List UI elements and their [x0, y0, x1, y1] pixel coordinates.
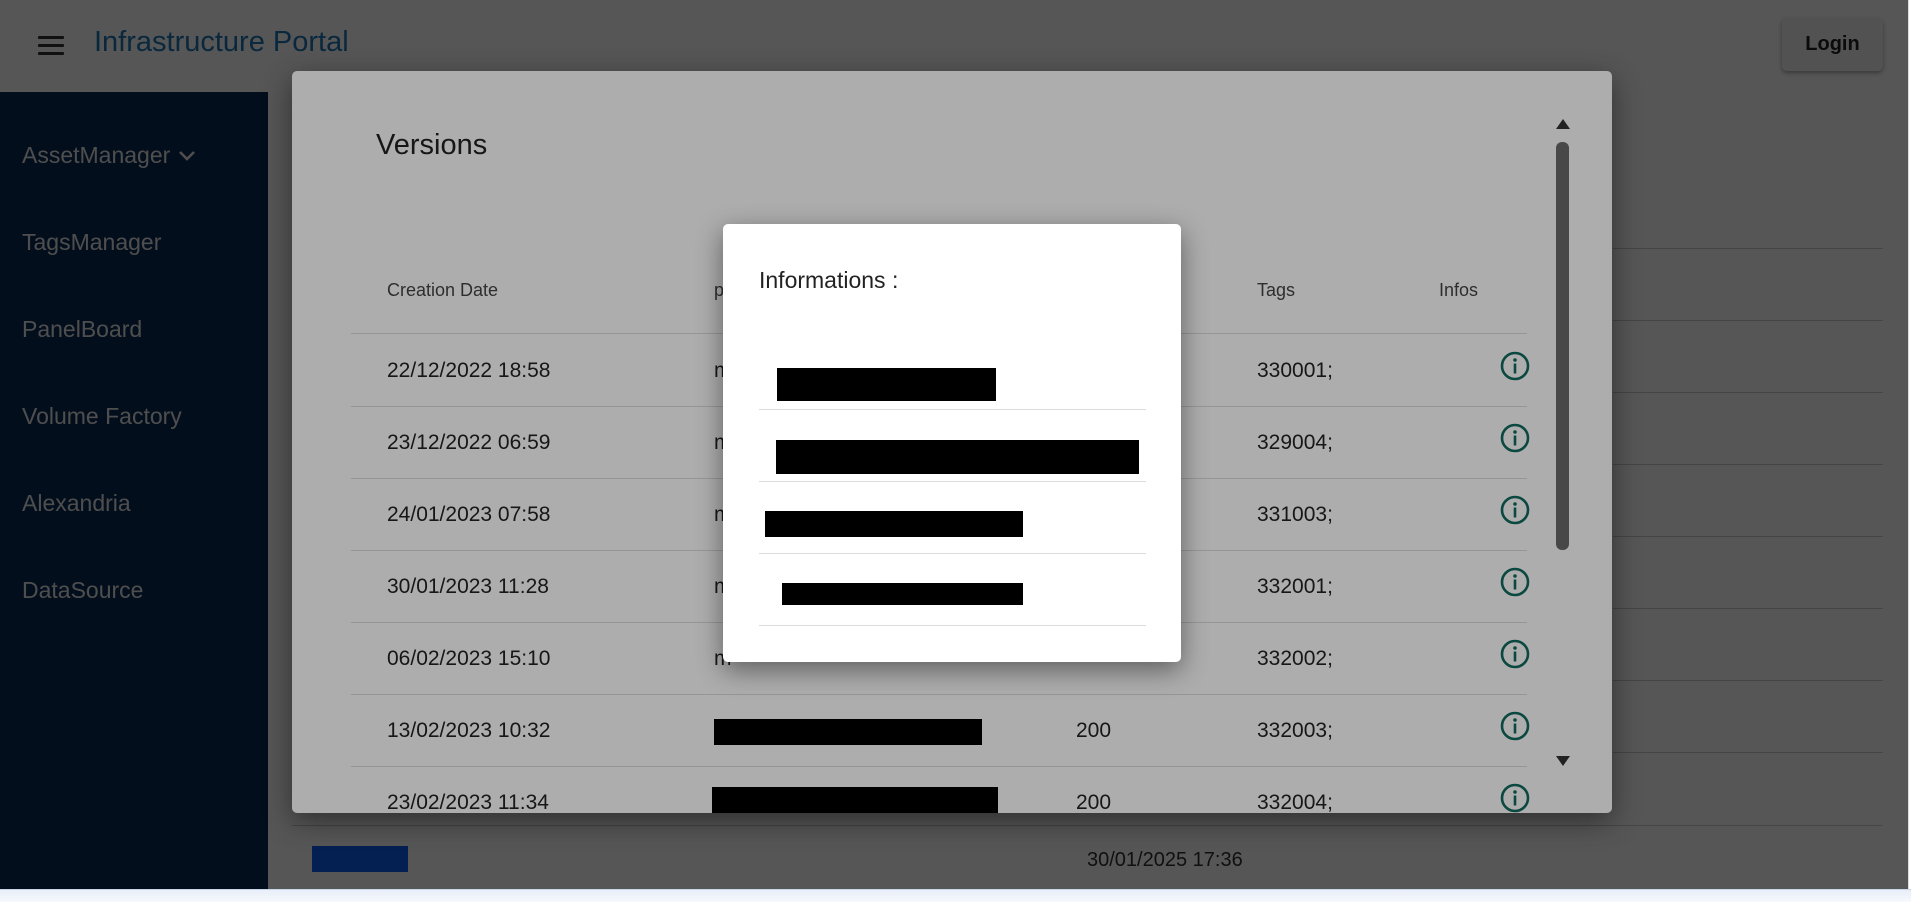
redacted-text: [782, 583, 1023, 605]
dialog-title: Informations :: [759, 267, 899, 293]
redacted-text: [777, 368, 996, 401]
app-window: Infrastructure Portal Login AssetManager…: [0, 0, 1909, 889]
list-item: [759, 409, 1146, 482]
window-bottom-edge: [0, 889, 1911, 902]
informations-dialog: Informations :: [723, 224, 1181, 662]
redacted-text: [776, 440, 1139, 474]
list-item: [759, 481, 1146, 554]
list-item: [759, 337, 1146, 410]
list-item: [759, 553, 1146, 626]
redacted-text: [765, 511, 1023, 537]
